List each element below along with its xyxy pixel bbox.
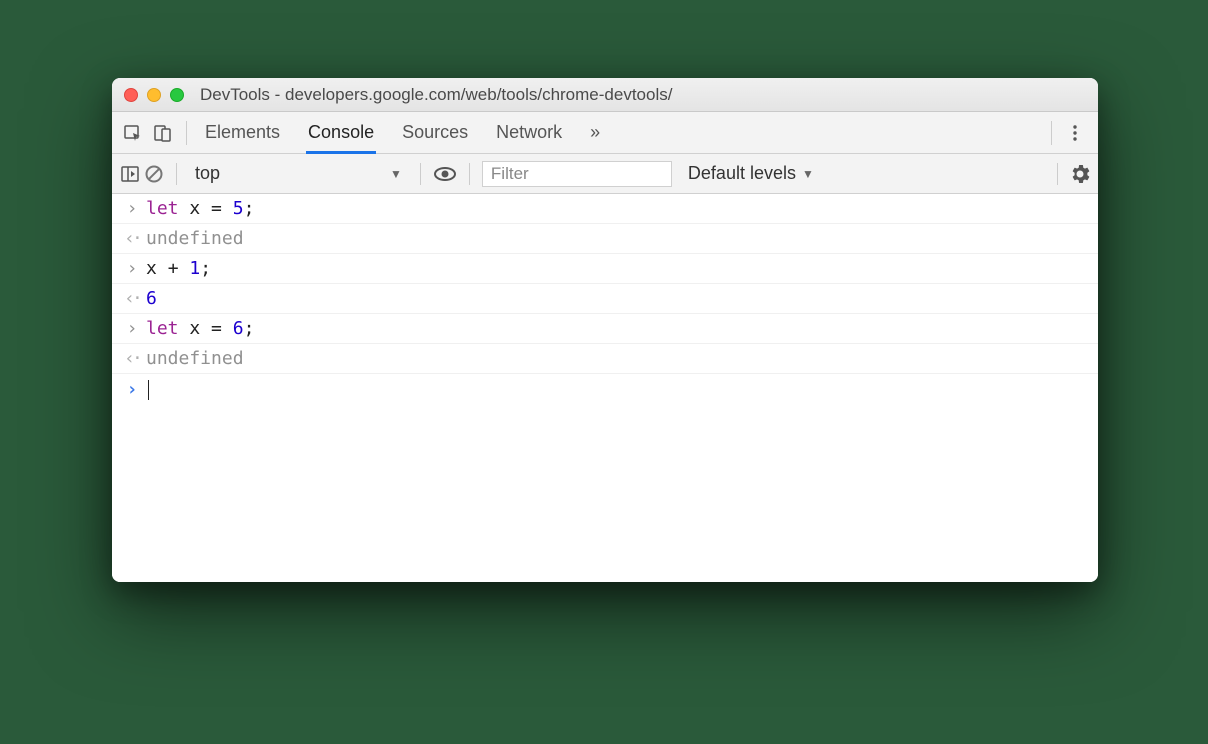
divider [469,163,470,185]
tab-network[interactable]: Network [496,112,562,153]
execution-context-select[interactable]: top ▼ [189,163,408,184]
tab-sources[interactable]: Sources [402,112,468,153]
filter-input[interactable]: Filter [482,161,672,187]
traffic-lights [124,88,184,102]
tab-elements[interactable]: Elements [205,112,280,153]
input-arrow-icon: › [122,198,142,219]
output-arrow-icon: ‹· [122,228,142,249]
levels-label: Default levels [688,163,796,184]
chevron-down-icon: ▼ [802,167,814,181]
console-row: ‹·6 [112,284,1098,314]
chevron-down-icon: ▼ [390,167,402,181]
console-line: let x = 6; [142,318,254,339]
tab-console[interactable]: Console [308,112,374,153]
window-titlebar: DevTools - developers.google.com/web/too… [112,78,1098,112]
console-row: ‹·undefined [112,224,1098,254]
tabs: Elements Console Sources Network » [195,112,600,153]
window-title: DevTools - developers.google.com/web/too… [200,85,672,105]
minimize-window-button[interactable] [147,88,161,102]
console-line: undefined [142,348,244,369]
console-line: let x = 5; [142,198,254,219]
device-toolbar-icon[interactable] [148,118,178,148]
settings-gear-icon[interactable] [1070,164,1090,184]
prompt-arrow-icon: › [122,379,142,400]
console-line: undefined [142,228,244,249]
console-prompt[interactable] [142,379,149,400]
output-arrow-icon: ‹· [122,288,142,309]
text-cursor [148,380,149,400]
live-expression-icon[interactable] [433,164,457,184]
output-arrow-icon: ‹· [122,348,142,369]
devtools-window: DevTools - developers.google.com/web/too… [112,78,1098,582]
divider [176,163,177,185]
console-row: › [112,374,1098,404]
toggle-sidebar-icon[interactable] [120,164,140,184]
input-arrow-icon: › [122,318,142,339]
divider [420,163,421,185]
clear-console-icon[interactable] [144,164,164,184]
tabs-overflow[interactable]: » [590,112,600,153]
zoom-window-button[interactable] [170,88,184,102]
input-arrow-icon: › [122,258,142,279]
more-menu-icon[interactable] [1060,118,1090,148]
console-row: ›let x = 6; [112,314,1098,344]
divider [1051,121,1052,145]
console-row: ‹·undefined [112,344,1098,374]
console-row: ›x + 1; [112,254,1098,284]
console-toolbar: top ▼ Filter Default levels ▼ [112,154,1098,194]
devtools-tabbar: Elements Console Sources Network » [112,112,1098,154]
console-line: x + 1; [142,258,211,279]
console-row: ›let x = 5; [112,194,1098,224]
inspect-element-icon[interactable] [118,118,148,148]
log-levels-select[interactable]: Default levels ▼ [688,163,814,184]
filter-placeholder: Filter [491,164,529,184]
divider [186,121,187,145]
context-label: top [195,163,220,184]
divider [1057,163,1058,185]
close-window-button[interactable] [124,88,138,102]
console-line: 6 [142,288,157,309]
console-output[interactable]: ›let x = 5;‹·undefined›x + 1;‹·6›let x =… [112,194,1098,582]
